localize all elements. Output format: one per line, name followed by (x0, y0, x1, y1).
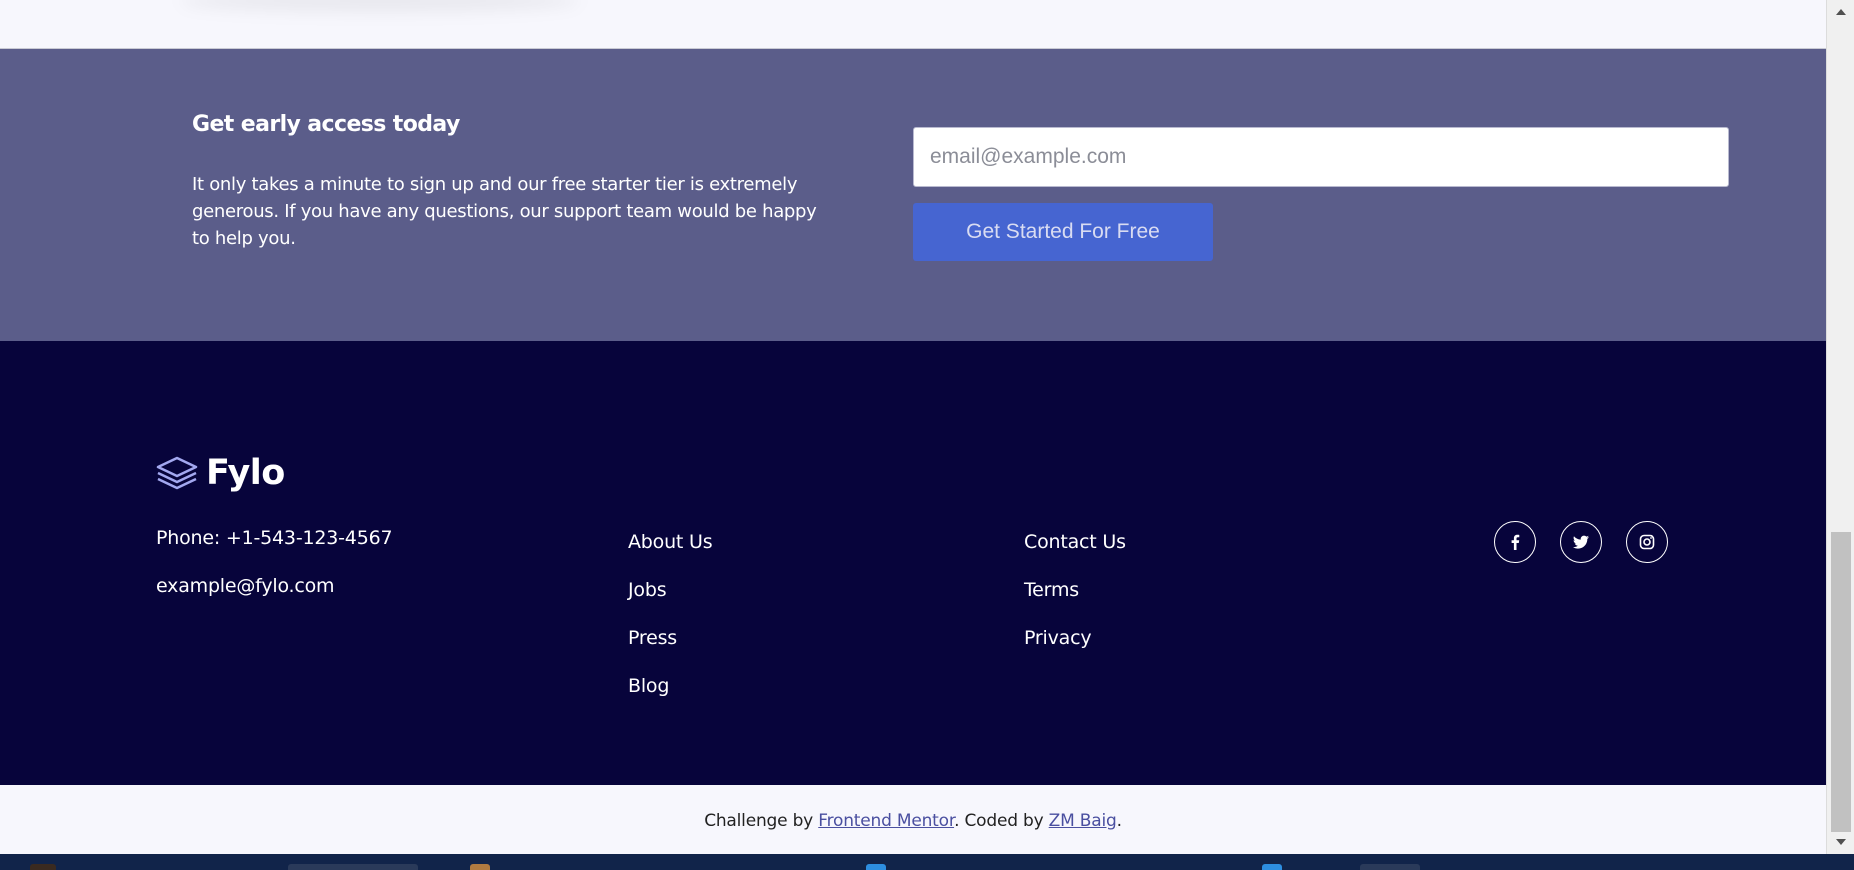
attribution-middle: . Coded by (954, 811, 1049, 831)
arrow-down-icon (1836, 839, 1846, 845)
taskbar-app[interactable] (866, 864, 886, 870)
phone-number: Phone: +1-543-123-4567 (156, 527, 393, 549)
scroll-thumb[interactable] (1831, 532, 1851, 832)
layers-icon (156, 456, 198, 490)
brand-name: Fylo (206, 453, 285, 493)
card-shadow (180, 0, 580, 12)
footer-link-blog[interactable]: Blog (628, 675, 669, 697)
taskbar-app[interactable] (470, 864, 490, 870)
footer-link-contact-us[interactable]: Contact Us (1024, 531, 1126, 553)
facebook-icon (1511, 534, 1520, 550)
early-access-section: Get early access today It only takes a m… (0, 49, 1826, 341)
top-section (0, 0, 1826, 49)
instagram-icon (1639, 534, 1655, 550)
email-input[interactable] (913, 127, 1729, 187)
scroll-up-button[interactable] (1827, 2, 1854, 22)
twitter-link[interactable] (1560, 521, 1602, 563)
os-taskbar (0, 854, 1854, 870)
cta-title: Get early access today (192, 112, 460, 137)
brand-logo[interactable]: Fylo (156, 453, 285, 493)
cta-description: It only takes a minute to sign up and ou… (192, 174, 817, 249)
page-viewport: Get early access today It only takes a m… (0, 0, 1826, 854)
vertical-scrollbar[interactable] (1826, 0, 1854, 854)
attribution: Challenge by Frontend Mentor. Coded by Z… (0, 785, 1826, 854)
author-link[interactable]: ZM Baig (1049, 811, 1117, 831)
arrow-up-icon (1836, 9, 1846, 15)
footer-link-terms[interactable]: Terms (1024, 579, 1079, 601)
taskbar-app[interactable] (1262, 864, 1282, 870)
footer-link-press[interactable]: Press (628, 627, 677, 649)
footer-links-company: About Us Jobs Press Blog (628, 531, 713, 723)
get-started-button[interactable]: Get Started For Free (913, 203, 1213, 261)
facebook-link[interactable] (1494, 521, 1536, 563)
twitter-icon (1573, 535, 1589, 549)
footer-link-about-us[interactable]: About Us (628, 531, 713, 553)
footer-links-support: Contact Us Terms Privacy (1024, 531, 1126, 675)
scroll-down-button[interactable] (1827, 832, 1854, 852)
attribution-suffix: . (1116, 811, 1122, 831)
footer: Fylo Phone: +1-543-123-4567 example@fylo… (0, 341, 1826, 785)
contact-email: example@fylo.com (156, 575, 335, 597)
attribution-prefix: Challenge by (704, 811, 819, 831)
footer-link-privacy[interactable]: Privacy (1024, 627, 1092, 649)
taskbar-app[interactable] (288, 864, 418, 870)
taskbar-app[interactable] (1360, 864, 1420, 870)
footer-link-jobs[interactable]: Jobs (628, 579, 667, 601)
instagram-link[interactable] (1626, 521, 1668, 563)
frontend-mentor-link[interactable]: Frontend Mentor (818, 811, 954, 831)
taskbar-app[interactable] (30, 864, 56, 870)
social-links (1494, 521, 1668, 563)
